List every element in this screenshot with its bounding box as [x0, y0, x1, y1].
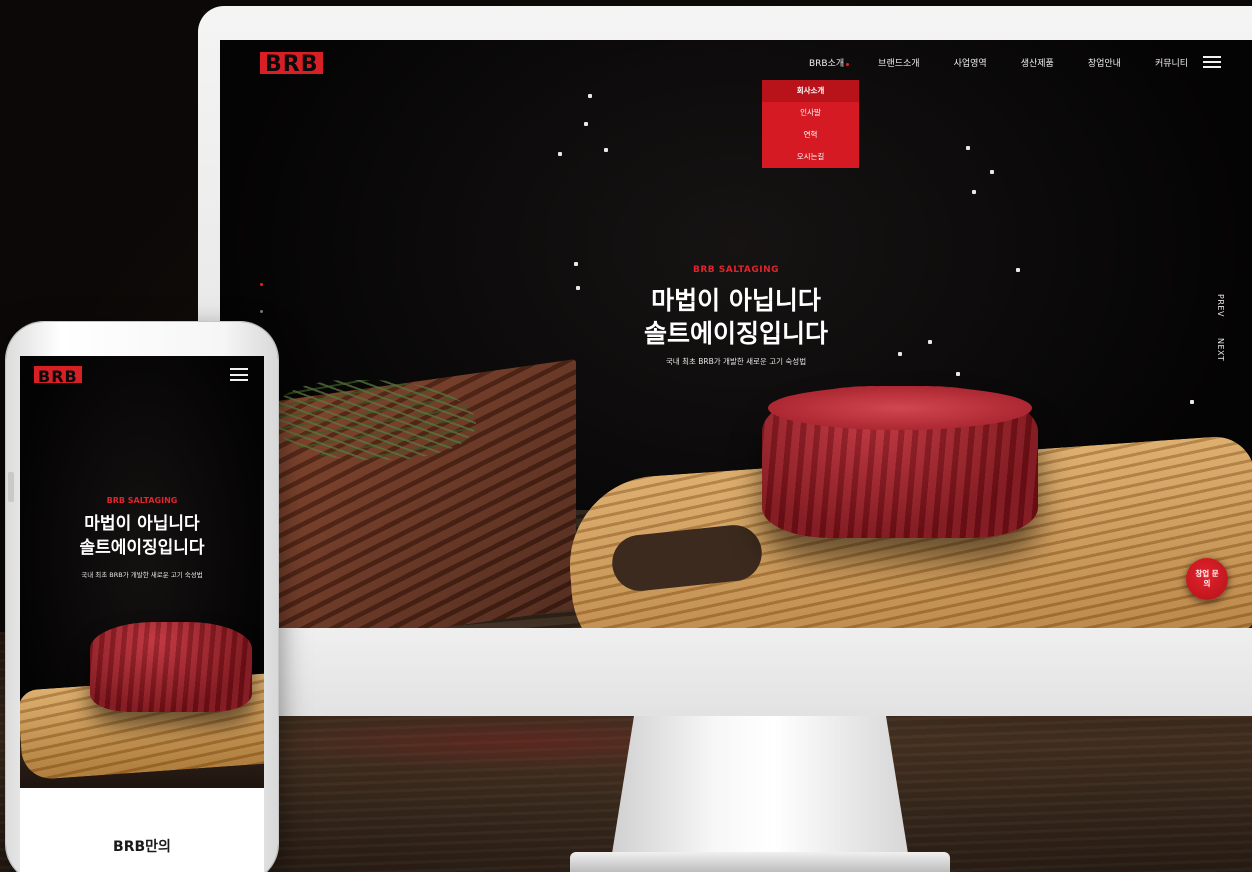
mobile-hero-steak: [90, 622, 252, 712]
dropdown-item-greeting[interactable]: 인사말: [762, 102, 859, 124]
salt-particle: [972, 190, 976, 194]
nav-item-brand[interactable]: 브랜드소개: [861, 56, 936, 69]
nav-item-products[interactable]: 생산제품: [1004, 56, 1071, 69]
mobile-hero: BRB BRB SALTAGING 마법이 아닙니다 솔트에이징입니다 국내 최…: [20, 356, 264, 788]
dropdown-item-location[interactable]: 오시는길: [762, 146, 859, 168]
nav-item-brb-intro[interactable]: BRB소개: [792, 56, 861, 69]
hero-title: 마법이 아닙니다 솔트에이징입니다: [220, 284, 1252, 350]
monitor-stand: [610, 716, 910, 866]
phone-side-button: [8, 472, 14, 502]
hamburger-icon[interactable]: [230, 368, 248, 381]
mobile-hero-subtitle: 국내 최초 BRB가 개발한 새로운 고기 숙성법: [81, 571, 203, 579]
salt-particle: [1190, 400, 1194, 404]
monitor-chin: [198, 628, 1252, 716]
hamburger-line: [1203, 56, 1221, 58]
salt-particle: [584, 122, 588, 126]
salt-particle: [558, 152, 562, 156]
hero-subtitle: 국내 최초 BRB가 개발한 새로운 고기 숙성법: [665, 357, 807, 366]
hamburger-line: [1203, 61, 1221, 63]
mobile-brand-logo[interactable]: BRB: [34, 366, 82, 385]
dropdown-item-history[interactable]: 연혁: [762, 124, 859, 146]
mobile-hero-title-line2: 솔트에이징입니다: [79, 538, 205, 558]
hero-title-line1: 마법이 아닙니다: [651, 286, 821, 315]
salt-particle: [990, 170, 994, 174]
hamburger-line: [1203, 66, 1221, 68]
salt-particle: [604, 148, 608, 152]
mobile-section-title: BRB만의: [113, 839, 171, 855]
hamburger-line: [230, 373, 248, 376]
desktop-screen: BRB BRB소개 브랜드소개 사업영역 생산제품 창업안내 커뮤니티 회사소개…: [220, 40, 1252, 628]
nav-item-business[interactable]: 사업영역: [937, 56, 1004, 69]
nav-item-community[interactable]: 커뮤니티: [1138, 56, 1205, 69]
next-button[interactable]: NEXT: [1216, 338, 1225, 361]
mobile-hero-eyebrow: BRB SALTAGING: [106, 496, 178, 505]
main-nav: BRB소개 브랜드소개 사업영역 생산제품 창업안내 커뮤니티: [792, 56, 1205, 69]
hero-title-line2: 솔트에이징입니다: [643, 319, 828, 348]
dropdown-item-company[interactable]: 회사소개: [762, 80, 859, 102]
nav-dropdown: 회사소개 인사말 연혁 오시는길: [762, 80, 859, 168]
hero-eyebrow: BRB SALTAGING: [692, 265, 780, 275]
mobile-hero-title-line1: 마법이 아닙니다: [84, 514, 200, 534]
nav-item-franchise[interactable]: 창업안내: [1071, 56, 1138, 69]
salt-particle: [956, 372, 960, 376]
hamburger-line: [230, 368, 248, 370]
salt-particle: [966, 146, 970, 150]
hero-steak-top: [768, 386, 1032, 430]
mobile-hero-title: 마법이 아닙니다 솔트에이징입니다: [20, 512, 264, 560]
monitor-stand-base: [570, 852, 950, 872]
hamburger-icon[interactable]: [1203, 56, 1221, 68]
brand-logo[interactable]: BRB: [260, 52, 324, 76]
franchise-inquiry-button[interactable]: 창업 문의: [1186, 558, 1228, 600]
mobile-screen: BRB BRB SALTAGING 마법이 아닙니다 솔트에이징입니다 국내 최…: [20, 356, 264, 872]
hamburger-line: [230, 379, 248, 381]
prev-button[interactable]: PREV: [1216, 294, 1225, 317]
salt-particle: [588, 94, 592, 98]
